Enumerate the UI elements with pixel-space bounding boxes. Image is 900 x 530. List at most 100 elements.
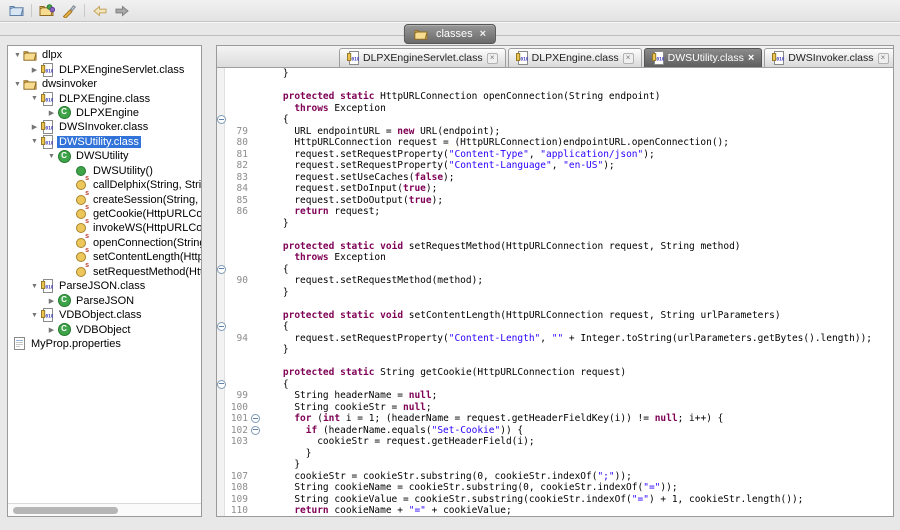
code-line: protected static String getCookie(HttpUR… — [217, 367, 893, 379]
tree-item[interactable]: ▼ 010 VDBObject.class — [8, 308, 201, 322]
expand-arrow-icon[interactable]: ▶ — [29, 66, 40, 74]
tree-item[interactable]: ▶CDLPXEngine — [8, 106, 201, 120]
folding-ruler — [250, 310, 260, 322]
code-line: { — [217, 321, 893, 333]
tree-item[interactable]: sinvokeWS(HttpURLConn — [8, 221, 201, 235]
tree-item[interactable]: DWSUtility() — [8, 164, 201, 178]
svg-text:010: 010 — [45, 97, 53, 103]
editor-tab-label: DLPXEngine.class — [532, 52, 619, 64]
fold-minus-icon[interactable] — [217, 322, 226, 331]
collapse-arrow-icon[interactable]: ▼ — [12, 52, 23, 59]
fold-minus-icon[interactable] — [217, 265, 226, 274]
tree-item[interactable]: ▼010DLPXEngine.class — [8, 91, 201, 105]
folding-ruler — [250, 356, 260, 368]
expand-arrow-icon[interactable]: ▶ — [46, 109, 57, 117]
close-icon[interactable]: × — [878, 53, 889, 64]
tree-item[interactable]: ▼010DWSUtility.class — [8, 135, 201, 149]
editor-tab[interactable]: 010DWSUtility.class× — [644, 48, 763, 67]
tree-item[interactable]: ▼010ParseJSON.class — [8, 279, 201, 293]
paintbrush-icon[interactable] — [59, 2, 79, 20]
editor-tab[interactable]: 010DLPXEngineServlet.class× — [339, 48, 506, 67]
annotation-ruler — [217, 264, 226, 276]
expand-arrow-icon[interactable]: ▶ — [29, 123, 40, 131]
tree-item[interactable]: scallDelphix(String, Strin — [8, 178, 201, 192]
tree-item[interactable]: ▶CParseJSON — [8, 293, 201, 307]
open-type-icon[interactable] — [37, 2, 57, 20]
folder-icon — [23, 49, 37, 62]
code-line: 81 request.setRequestProperty("Content-T… — [217, 149, 893, 161]
tree-item-label: VDBObject.class — [57, 309, 144, 321]
tree-item[interactable]: screateSession(String, St — [8, 192, 201, 206]
collapse-arrow-icon[interactable]: ▼ — [29, 95, 40, 102]
collapse-arrow-icon[interactable]: ▼ — [46, 153, 57, 160]
code-line: } — [217, 68, 893, 80]
code-line: protected static void setContentLength(H… — [217, 310, 893, 322]
tree-item[interactable]: sopenConnection(String) — [8, 236, 201, 250]
collapse-arrow-icon[interactable]: ▼ — [29, 138, 40, 145]
line-number — [226, 321, 250, 333]
close-icon[interactable]: × — [748, 54, 754, 63]
class-icon: C — [57, 106, 71, 119]
tree-item[interactable]: ssetRequestMethod(Http — [8, 265, 201, 279]
annotation-ruler — [217, 114, 226, 126]
folding-ruler — [250, 471, 260, 483]
folding-ruler — [250, 505, 260, 516]
annotation-ruler — [217, 126, 226, 138]
folding-ruler — [250, 103, 260, 115]
tree-item[interactable]: ▶010DWSInvoker.class — [8, 120, 201, 134]
close-icon[interactable]: × — [623, 53, 634, 64]
editor-tab[interactable]: 010DWSInvoker.class× — [764, 48, 893, 67]
tree-item-label: DLPXEngineServlet.class — [57, 64, 186, 76]
fold-minus-icon[interactable] — [251, 426, 260, 435]
collapse-arrow-icon[interactable]: ▼ — [12, 81, 23, 88]
tree-item[interactable]: sgetCookie(HttpURLCon — [8, 207, 201, 221]
fold-minus-icon[interactable] — [251, 414, 260, 423]
tree-item[interactable]: ssetContentLength(Http — [8, 250, 201, 264]
folding-ruler — [250, 333, 260, 345]
collapse-arrow-icon[interactable]: ▼ — [29, 312, 40, 319]
collapse-arrow-icon[interactable]: ▼ — [29, 283, 40, 290]
line-number — [226, 298, 250, 310]
annotation-ruler — [217, 149, 226, 161]
code-text: request.setDoOutput(true); — [260, 195, 443, 207]
code-text: protected static void setRequestMethod(H… — [260, 241, 741, 253]
tree-item[interactable]: ▶CVDBObject — [8, 322, 201, 336]
forward-arrow-icon[interactable] — [112, 2, 132, 20]
close-icon[interactable]: × — [480, 29, 486, 39]
annotation-ruler — [217, 298, 226, 310]
line-number — [226, 310, 250, 322]
annotation-ruler — [217, 68, 226, 80]
code-line: throws Exception — [217, 103, 893, 115]
back-arrow-icon[interactable] — [90, 2, 110, 20]
tree-item-label: ParseJSON.class — [57, 280, 147, 292]
annotation-ruler — [217, 413, 226, 425]
annotation-ruler — [217, 287, 226, 299]
annotation-ruler — [217, 103, 226, 115]
tree-item[interactable]: ▼dlpx — [8, 48, 201, 62]
tree-item[interactable]: ▼CDWSUtility — [8, 149, 201, 163]
class-file-icon: 010 — [40, 92, 54, 106]
tree-item[interactable]: MyProp.properties — [8, 337, 201, 351]
scrollbar-thumb[interactable] — [13, 507, 118, 514]
code-line: 101 for (int i = 1; (headerName = reques… — [217, 413, 893, 425]
package-tree-panel: ▼dlpx▶010DLPXEngineServlet.class▼dwsinvo… — [7, 45, 202, 517]
class-file-icon: 010 — [347, 51, 359, 65]
tree-item[interactable]: ▶010DLPXEngineServlet.class — [8, 62, 201, 76]
open-file-icon[interactable] — [6, 2, 26, 20]
class-file-icon: 010 — [40, 308, 54, 322]
fold-minus-icon[interactable] — [217, 380, 226, 389]
archive-tab-classes[interactable]: classes × — [404, 24, 496, 44]
class-file-icon: 010 — [40, 63, 54, 77]
editor-tab[interactable]: 010DLPXEngine.class× — [508, 48, 642, 67]
annotation-ruler — [217, 252, 226, 264]
tree-horizontal-scrollbar[interactable] — [8, 503, 201, 516]
line-number: 110 — [226, 505, 250, 516]
svg-text:010: 010 — [45, 314, 53, 320]
fold-minus-icon[interactable] — [217, 115, 226, 124]
expand-arrow-icon[interactable]: ▶ — [46, 326, 57, 334]
expand-arrow-icon[interactable]: ▶ — [46, 297, 57, 305]
class-icon: C — [57, 294, 71, 307]
close-icon[interactable]: × — [487, 53, 498, 64]
folding-ruler — [250, 379, 260, 391]
tree-item[interactable]: ▼dwsinvoker — [8, 77, 201, 91]
